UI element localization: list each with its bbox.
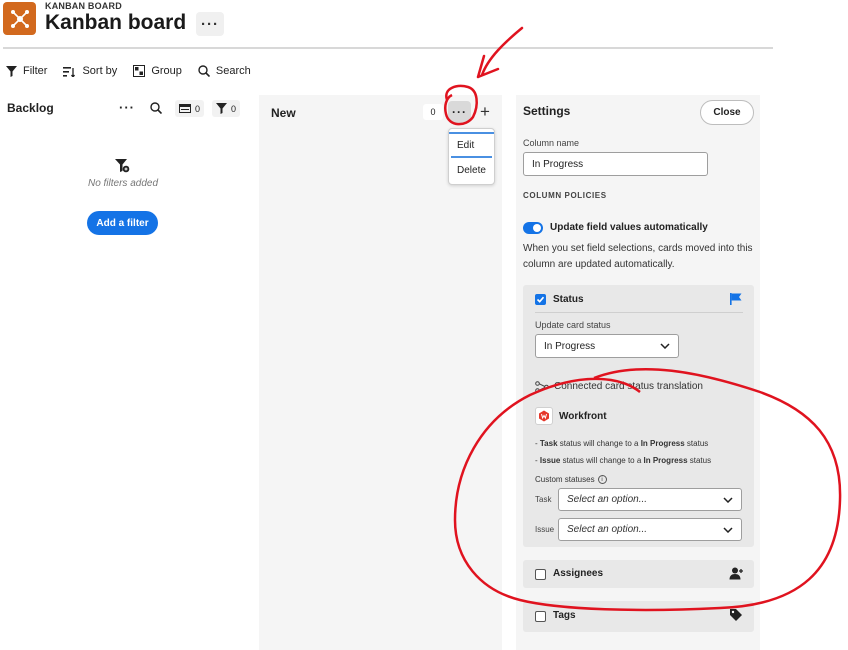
backlog-cards-count[interactable]: 0 [175,100,205,117]
issue-row-label: Issue [535,525,555,534]
person-add-icon [729,567,743,585]
tags-checkbox[interactable] [535,611,546,622]
backlog-filters-count[interactable]: 0 [212,100,241,117]
auto-update-description: When you set field selections, cards mov… [523,243,753,270]
filter-icon [216,103,227,114]
link-nodes-icon [535,380,549,398]
toolbar: Filter Sort by Group Search [6,62,267,80]
custom-statuses-label: Custom statuses i [535,475,607,484]
assignees-label: Assignees [553,568,604,579]
add-filter-button[interactable]: Add a filter [87,211,158,235]
status-select-value: In Progress [544,340,596,352]
task-status-select[interactable]: Select an option... [558,488,742,511]
add-card-button[interactable]: + [480,103,490,120]
search-icon [198,65,210,77]
column-policies-heading: COLUMN POLICIES [523,191,607,200]
page-overline: KANBAN BOARD [45,1,122,11]
backlog-search-button[interactable] [150,101,163,119]
status-label: Status [553,294,584,305]
search-icon [150,102,163,115]
filter-add-icon [115,159,130,179]
workfront-logo [535,407,553,425]
filter-icon [6,65,17,77]
auto-update-label: Update field values automatically [550,222,708,233]
issue-select-placeholder: Select an option... [567,524,648,535]
column-name-input[interactable]: In Progress [523,152,708,176]
menu-item-edit[interactable]: Edit [449,132,494,156]
hub-network-icon [10,9,29,28]
sort-icon [63,66,76,77]
issue-status-rule: - Issue status will change to a In Progr… [535,456,712,465]
connected-translation-label: Connected card status translation [554,381,703,392]
filter-label: Filter [23,65,48,77]
backlog-title: Backlog [7,101,54,115]
group-label: Group [151,65,182,77]
column-more-button[interactable]: ··· [448,101,471,123]
empty-state-text: No filters added [87,178,159,189]
status-checkbox[interactable] [535,294,546,305]
task-status-rule: - Task status will change to a In Progre… [535,439,709,448]
group-button[interactable]: Group [133,65,182,77]
card-icon [179,104,191,113]
column-name-label: Column name [523,138,580,148]
status-select[interactable]: In Progress [535,334,679,358]
info-icon[interactable]: i [597,475,607,484]
tags-label: Tags [553,610,576,621]
group-icon [133,65,146,77]
settings-title: Settings [523,104,571,118]
column-new-count: 0 [423,104,443,120]
chevron-down-icon [723,526,733,533]
filters-count-value: 0 [231,103,237,114]
issue-status-select[interactable]: Select an option... [558,518,742,541]
menu-item-delete[interactable]: Delete [449,158,494,182]
task-select-placeholder: Select an option... [567,494,648,505]
workfront-label: Workfront [559,411,607,422]
status-divider [535,312,743,313]
backlog-more-button[interactable]: ··· [119,100,135,115]
assignees-checkbox[interactable] [535,569,546,580]
checkmark-icon [536,296,545,303]
cards-count-value: 0 [195,103,201,114]
close-button[interactable]: Close [700,100,754,125]
search-button[interactable]: Search [198,65,251,77]
chevron-down-icon [723,496,733,503]
tag-icon [729,608,743,627]
column-new-title: New [271,106,296,120]
sort-button[interactable]: Sort by [63,65,117,77]
task-row-label: Task [535,495,552,504]
update-status-label: Update card status [535,320,611,330]
header-divider [3,47,773,49]
chevron-down-icon [660,343,670,349]
title-more-button[interactable]: ··· [196,12,224,36]
page-title: Kanban board [45,11,187,34]
column-actions-menu: Edit Delete [448,128,495,185]
app-icon [3,2,36,35]
search-label: Search [215,65,251,77]
filter-button[interactable]: Filter [6,65,47,77]
sort-label: Sort by [82,65,118,77]
flag-icon [729,292,743,311]
auto-update-toggle[interactable] [523,222,543,234]
